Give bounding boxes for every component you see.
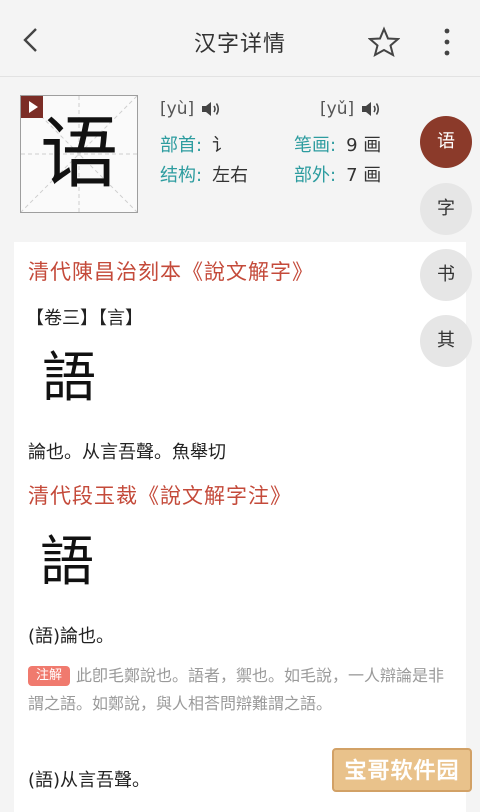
speaker-icon[interactable] (360, 100, 382, 118)
duan-phonetic: (語)从言吾聲。 (28, 770, 151, 791)
app-header: 汉字详情 (0, 0, 480, 77)
play-stroke-icon[interactable] (21, 96, 43, 118)
stroke-count-label: 笔画: (294, 135, 337, 156)
annotation-block: 注解 此卽毛鄭說也。語者，禦也。如毛說，一人辯論是非謂之語。如鄭說，與人相荅問辯難… (28, 662, 448, 718)
page-title: 汉字详情 (193, 32, 286, 57)
main-character: 语 (39, 109, 118, 199)
volume-radical-tags: 【卷三】【言】 (26, 308, 143, 329)
side-tab-word[interactable]: 语 (420, 116, 472, 168)
annotation-text: 此卽毛鄭說也。語者，禦也。如毛說，一人辯論是非謂之語。如鄭說，與人相荅問辯難謂之… (28, 666, 445, 713)
pinyin-2-text: [yǔ] (320, 99, 355, 119)
radical-row: 部首: 讠 (160, 131, 230, 157)
side-tab-character[interactable]: 字 (420, 183, 472, 235)
character-info-panel: 语 [yù] [yǔ] 部首: 讠 笔画: 9 画 结构: 左右 部外: 7 画 (0, 77, 480, 235)
outside-strokes-value: 7 画 (346, 165, 382, 186)
seal-script-glyph-1: 語 (42, 346, 96, 409)
pinyin-1: [yù] (160, 99, 222, 119)
structure-value: 左右 (212, 165, 249, 186)
shuowen-content-card: 清代陳昌治刻本《說文解字》 【卷三】【言】 語 論也。从言吾聲。魚舉切 清代段玉… (14, 242, 466, 812)
section-title-duan-zhu: 清代段玉裁《說文解字注》 (28, 484, 292, 508)
duan-definition: (語)論也。 (28, 626, 115, 647)
outside-strokes-label: 部外: (294, 165, 337, 186)
structure-label: 结构: (160, 165, 203, 186)
section-title-shuowen: 清代陳昌治刻本《說文解字》 (28, 260, 314, 284)
pinyin-2: [yǔ] (320, 99, 382, 119)
seal-script-glyph-2: 語 (40, 530, 94, 593)
stroke-count-value: 9 画 (346, 135, 382, 156)
side-tab-book[interactable]: 书 (420, 249, 472, 301)
side-tab-other[interactable]: 其 (420, 315, 472, 367)
character-grid: 语 (20, 95, 138, 213)
speaker-icon[interactable] (200, 100, 222, 118)
shuowen-definition: 論也。从言吾聲。魚舉切 (28, 442, 226, 463)
favorite-star-icon[interactable] (368, 26, 400, 58)
watermark-logo: 宝哥软件园 (332, 748, 472, 792)
more-menu-icon[interactable] (440, 26, 454, 58)
radical-value: 讠 (212, 135, 231, 156)
annotation-badge: 注解 (28, 666, 71, 686)
stroke-count-row: 笔画: 9 画 (294, 131, 381, 157)
pinyin-1-text: [yù] (160, 99, 195, 119)
outside-strokes-row: 部外: 7 画 (294, 161, 381, 187)
radical-label: 部首: (160, 135, 203, 156)
structure-row: 结构: 左右 (160, 161, 248, 187)
